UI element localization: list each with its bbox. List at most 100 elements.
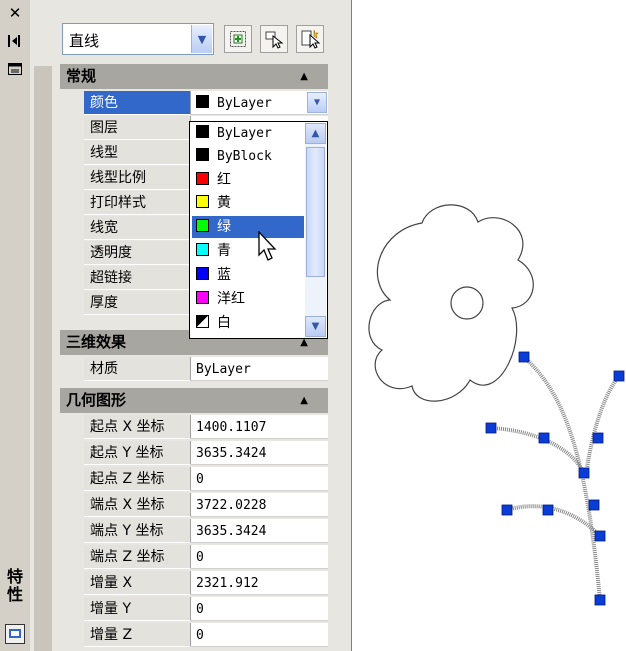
select-objects-icon <box>265 31 284 49</box>
collapse-icon[interactable]: ▲ <box>300 388 308 413</box>
toggle-pickadd-icon <box>230 31 246 47</box>
mouse-pointer-icon <box>258 231 277 261</box>
property-row-color[interactable]: 颜色 ByLayer ▼ <box>60 91 328 116</box>
property-name: 起点 Y 坐标 <box>84 441 191 465</box>
property-name: 超链接 <box>84 266 191 290</box>
property-row-end-y[interactable]: 端点 Y 坐标 3635.3424 <box>60 519 328 544</box>
property-row-end-x[interactable]: 端点 X 坐标 3722.0228 <box>60 493 328 518</box>
property-row-material[interactable]: 材质 ByLayer <box>60 357 328 382</box>
grip-point[interactable] <box>578 467 590 479</box>
color-swatch <box>196 267 209 280</box>
property-name: 厚度 <box>84 291 191 315</box>
property-name: 线宽 <box>84 216 191 240</box>
grip-point[interactable] <box>501 504 513 516</box>
grip-point[interactable] <box>518 351 530 363</box>
color-option-blue[interactable]: 蓝 <box>192 264 304 286</box>
palette-settings-icon[interactable] <box>5 624 25 644</box>
select-objects-button[interactable] <box>260 25 288 53</box>
property-name: 图层 <box>84 116 191 140</box>
properties-palette: ✕ 特性 直线 ▼ 常规 ▲ 颜色 ByLayer ▼ 图层 线型 线型比例 打… <box>0 0 352 651</box>
color-swatch <box>196 95 209 108</box>
grip-point[interactable] <box>613 370 625 382</box>
property-value[interactable]: 3635.3424 <box>191 441 328 465</box>
color-swatch <box>196 125 209 138</box>
grip-point[interactable] <box>588 499 600 511</box>
color-swatch <box>196 219 209 232</box>
property-value: ByLayer <box>217 96 272 111</box>
property-row-delta-z[interactable]: 增量 Z0 <box>60 623 328 648</box>
property-name: 起点 Z 坐标 <box>84 467 191 491</box>
property-name: 增量 Y <box>84 597 191 621</box>
property-value[interactable]: ByLayer <box>191 357 328 381</box>
grip-point[interactable] <box>594 530 606 542</box>
category-geometry[interactable]: 几何图形 ▲ <box>60 388 328 413</box>
property-name: 颜色 <box>84 91 191 115</box>
property-name: 端点 X 坐标 <box>84 493 191 517</box>
color-swatch <box>196 172 209 185</box>
color-swatch <box>196 291 209 304</box>
property-row-start-y[interactable]: 起点 Y 坐标 3635.3424 <box>60 441 328 466</box>
scroll-thumb[interactable] <box>306 147 325 277</box>
property-name: 增量 Z <box>84 623 191 647</box>
property-name: 增量 X <box>84 571 191 595</box>
property-value[interactable]: 0 <box>191 597 328 621</box>
property-row-start-z[interactable]: 起点 Z 坐标 0 <box>60 467 328 492</box>
property-row-start-x[interactable]: 起点 X 坐标 1400.1107 <box>60 415 328 440</box>
palette-title-bar: ✕ 特性 <box>0 0 31 651</box>
scroll-up-icon[interactable]: ▲ <box>305 123 326 144</box>
autohide-icon[interactable] <box>5 32 25 50</box>
property-value[interactable]: 0 <box>191 467 328 491</box>
grip-point[interactable] <box>542 504 554 516</box>
color-option-white[interactable]: 白 <box>192 312 304 334</box>
property-name: 透明度 <box>84 241 191 265</box>
property-name: 端点 Z 坐标 <box>84 545 191 569</box>
grip-points <box>485 351 625 606</box>
category-general[interactable]: 常规 ▲ <box>60 64 328 89</box>
category-3d-effects-label: 三维效果 <box>66 333 127 351</box>
property-value[interactable]: 1400.1107 <box>191 415 328 439</box>
quick-select-button[interactable] <box>296 25 324 53</box>
properties-menu-icon[interactable] <box>5 60 25 78</box>
color-swatch <box>196 148 209 161</box>
color-option-bylayer[interactable]: ByLayer <box>192 123 304 145</box>
property-value[interactable]: 0 <box>191 545 328 569</box>
property-name: 材质 <box>84 357 191 381</box>
color-option-cyan[interactable]: 青 <box>192 240 304 262</box>
stem-lines <box>490 355 621 601</box>
toggle-pickadd-button[interactable] <box>224 25 252 53</box>
flower-center[interactable] <box>450 286 484 320</box>
scroll-down-icon[interactable]: ▼ <box>305 316 326 337</box>
property-value[interactable]: 2321.912 <box>191 571 328 595</box>
color-option-yellow[interactable]: 黄 <box>192 192 304 214</box>
property-value[interactable]: 3722.0228 <box>191 493 328 517</box>
property-name: 打印样式 <box>84 191 191 215</box>
grip-point[interactable] <box>592 432 604 444</box>
drawing-canvas[interactable] <box>360 190 626 620</box>
color-dropdown-list[interactable]: ByLayer ByBlock 红 黄 绿 青 蓝 洋红 白 ▲ ▼ <box>189 121 328 339</box>
property-value[interactable]: 3635.3424 <box>191 519 328 543</box>
color-swatch <box>196 195 209 208</box>
dropdown-scrollbar[interactable]: ▲ ▼ <box>305 123 326 337</box>
object-type-select[interactable]: 直线 ▼ <box>62 23 214 55</box>
color-option-green[interactable]: 绿 <box>192 216 304 238</box>
collapse-icon[interactable]: ▲ <box>300 64 308 89</box>
grip-point[interactable] <box>485 422 497 434</box>
palette-title: 特性 <box>6 567 23 604</box>
color-option-magenta[interactable]: 洋红 <box>192 288 304 310</box>
color-swatch <box>196 243 209 256</box>
close-icon[interactable]: ✕ <box>5 4 25 22</box>
category-geometry-label: 几何图形 <box>66 391 127 409</box>
property-row-delta-x[interactable]: 增量 X 2321.912 <box>60 571 328 596</box>
property-value[interactable]: 0 <box>191 623 328 647</box>
grip-point[interactable] <box>538 432 550 444</box>
chevron-down-icon[interactable]: ▼ <box>191 25 212 53</box>
property-row-delta-y[interactable]: 增量 Y0 <box>60 597 328 622</box>
grip-point[interactable] <box>594 594 606 606</box>
color-option-red[interactable]: 红 <box>192 169 304 191</box>
chevron-down-icon[interactable]: ▼ <box>307 92 327 113</box>
color-value-select[interactable]: ByLayer ▼ <box>191 91 328 115</box>
quick-select-icon <box>301 29 320 49</box>
property-row-end-z[interactable]: 端点 Z 坐标 0 <box>60 545 328 570</box>
color-option-byblock[interactable]: ByBlock <box>192 146 304 168</box>
category-general-label: 常规 <box>66 67 97 85</box>
